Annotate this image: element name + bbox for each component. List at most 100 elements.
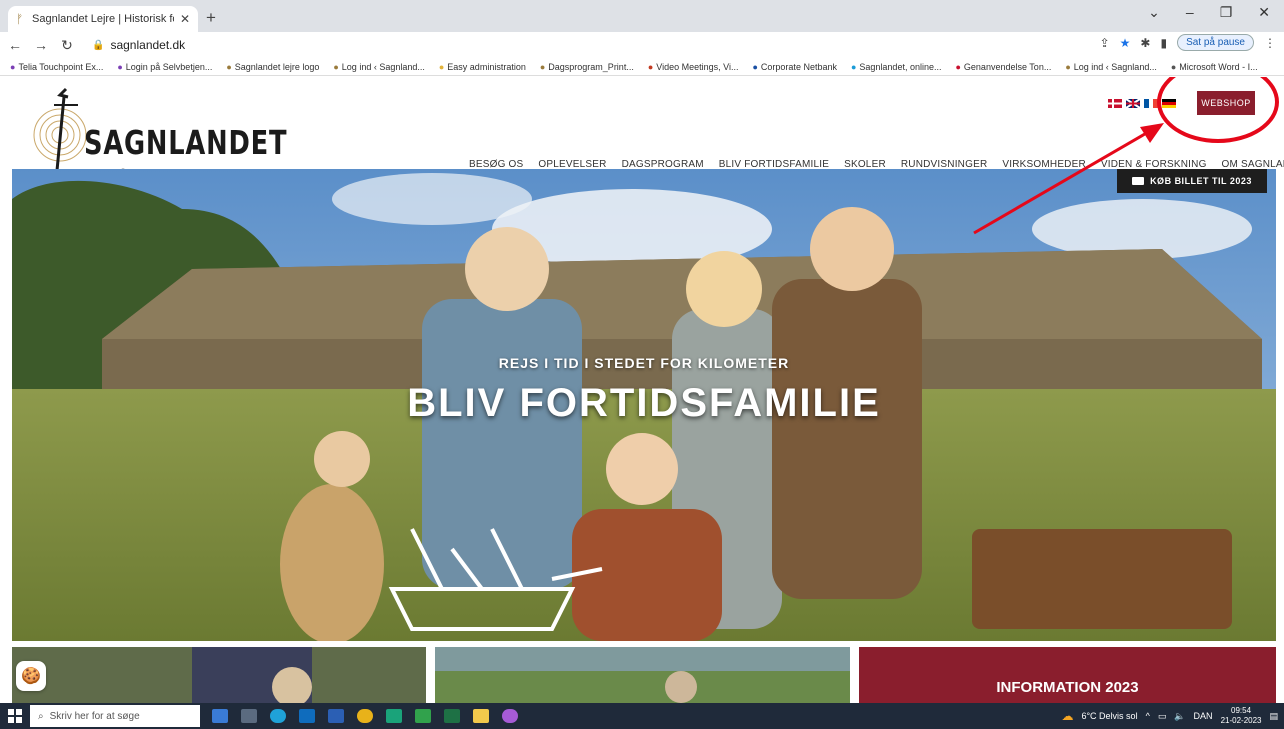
weather-icon[interactable]: ☁ bbox=[1061, 709, 1073, 723]
bookmark-favicon-icon: ● bbox=[1170, 61, 1177, 72]
site-logo[interactable]: SAGNLANDET LEJRE bbox=[32, 87, 312, 201]
task-view-icon[interactable] bbox=[241, 709, 257, 723]
bookmark-label: Sagnlandet lejre logo bbox=[234, 61, 320, 72]
bookmark-favicon-icon: ● bbox=[226, 61, 232, 72]
language-indicator[interactable]: DAN bbox=[1194, 711, 1213, 721]
network-icon[interactable]: ▭ bbox=[1158, 711, 1167, 722]
lock-icon[interactable]: 🔒 bbox=[92, 40, 104, 51]
bookmarks-bar: ● Telia Touchpoint Ex... ● Login på Selvbet… bbox=[0, 58, 1284, 76]
sway-icon[interactable] bbox=[386, 709, 402, 723]
tray-chevron-icon[interactable]: ^ bbox=[1146, 711, 1150, 721]
charts-app-icon[interactable] bbox=[415, 709, 431, 723]
notifications-icon[interactable]: ▤ bbox=[1269, 711, 1278, 722]
teams-icon[interactable] bbox=[502, 709, 518, 723]
bookmark-item[interactable]: ● Microsoft Word - I... bbox=[1171, 62, 1258, 72]
bookmark-label: Video Meetings, Vi... bbox=[656, 61, 739, 72]
tab-search-icon[interactable]: ⌄ bbox=[1148, 4, 1160, 21]
excel-icon[interactable] bbox=[444, 709, 460, 723]
information-tile-label: INFORMATION 2023 bbox=[996, 678, 1139, 696]
new-tab-icon[interactable]: + bbox=[206, 8, 216, 28]
close-tab-icon[interactable]: ✕ bbox=[180, 12, 190, 26]
share-icon[interactable]: ⇪ bbox=[1100, 36, 1110, 50]
file-explorer-icon[interactable] bbox=[473, 709, 489, 723]
bookmark-label: Microsoft Word - I... bbox=[1179, 61, 1258, 72]
bookmark-favicon-icon: ● bbox=[647, 61, 654, 72]
bookmark-label: Corporate Netbank bbox=[760, 61, 837, 72]
browser-tabbar: ᚠ Sagnlandet Lejre | Historisk forsk ✕ +… bbox=[0, 0, 1284, 32]
bookmark-label: Easy administration bbox=[447, 61, 526, 72]
reload-icon[interactable]: ↻ bbox=[56, 37, 78, 54]
annotation-arrow-icon bbox=[973, 123, 1164, 235]
bookmark-item[interactable]: ● Log ind ‹ Sagnland... bbox=[1065, 62, 1157, 72]
windows-start-icon[interactable] bbox=[0, 703, 30, 729]
close-window-icon[interactable]: ✕ bbox=[1258, 4, 1270, 21]
bookmark-item[interactable]: ● Genanvendelse Ton... bbox=[955, 62, 1051, 72]
bookmark-favicon-icon: ● bbox=[1065, 61, 1071, 72]
uk-flag-icon[interactable] bbox=[1126, 99, 1140, 108]
weather-text[interactable]: 6°C Delvis sol bbox=[1081, 711, 1137, 721]
browser-tab[interactable]: ᚠ Sagnlandet Lejre | Historisk forsk ✕ bbox=[8, 6, 198, 32]
bookmark-item[interactable]: ● Sagnlandet lejre logo bbox=[226, 62, 319, 72]
bookmark-favicon-icon: ● bbox=[10, 61, 16, 72]
cookie-settings-icon[interactable]: 🍪 bbox=[16, 661, 46, 691]
bookmark-label: Login på Selvbetjen... bbox=[125, 61, 213, 72]
hero-subtitle: REJS I TID I STEDET FOR KILOMETER bbox=[498, 355, 790, 371]
website: SAGNLANDET LEJRE WEBSHOP BESØG OSOPLEVEL… bbox=[0, 77, 1284, 703]
hero-banner[interactable]: KØB BILLET TIL 2023 REJS I TID I STEDET … bbox=[12, 169, 1276, 641]
tile-left-photo bbox=[12, 647, 426, 703]
danish-flag-icon[interactable] bbox=[1108, 99, 1122, 108]
minimize-icon[interactable]: – bbox=[1186, 4, 1194, 21]
windows-taskbar: ⌕ Skriv her for at søge ☁ 6°C Delvis sol… bbox=[0, 703, 1284, 729]
bookmark-label: Telia Touchpoint Ex... bbox=[18, 61, 104, 72]
profile-status: Sat på pause bbox=[1186, 37, 1245, 48]
tab-title: Sagnlandet Lejre | Historisk forsk bbox=[32, 13, 174, 25]
bookmark-label: Sagnlandet, online... bbox=[859, 61, 942, 72]
bookmark-item[interactable]: ● Easy administration bbox=[439, 62, 526, 72]
edge-icon[interactable] bbox=[270, 709, 286, 723]
bookmark-item[interactable]: ● Corporate Netbank bbox=[752, 62, 836, 72]
profile-button[interactable]: Sat på pause bbox=[1177, 34, 1254, 51]
outlook-icon[interactable] bbox=[299, 709, 315, 723]
forward-icon[interactable]: → bbox=[30, 37, 52, 53]
hero-title: BLIV FORTIDSFAMILIE bbox=[407, 381, 881, 425]
photos-app-icon[interactable] bbox=[212, 709, 228, 723]
bookmark-label: Log ind ‹ Sagnland... bbox=[1073, 61, 1157, 72]
system-tray: ☁ 6°C Delvis sol ^ ▭ 🔈 DAN 09:54 21-02-2… bbox=[1061, 703, 1278, 729]
french-flag-icon[interactable] bbox=[1144, 99, 1158, 108]
chrome-icon[interactable] bbox=[357, 709, 373, 723]
volume-icon[interactable]: 🔈 bbox=[1174, 711, 1185, 722]
bookmark-item[interactable]: ● Dagsprogram_Print... bbox=[540, 62, 634, 72]
bookmark-item[interactable]: ● Video Meetings, Vi... bbox=[648, 62, 739, 72]
tile-middle-photo bbox=[435, 647, 850, 703]
taskbar-apps bbox=[212, 709, 518, 723]
word-icon[interactable] bbox=[328, 709, 344, 723]
bookmark-star-icon[interactable]: ★ bbox=[1120, 36, 1131, 50]
bookmark-favicon-icon: ● bbox=[117, 61, 123, 72]
sidepanel-icon[interactable]: ▮ bbox=[1160, 36, 1167, 50]
clock[interactable]: 09:54 21-02-2023 bbox=[1221, 706, 1262, 726]
bookmark-favicon-icon: ● bbox=[333, 61, 339, 72]
bookmark-item[interactable]: ● Login på Selvbetjen... bbox=[117, 62, 212, 72]
bookmark-favicon-icon: ● bbox=[850, 61, 857, 72]
extensions-icon[interactable]: ✱ bbox=[1140, 36, 1150, 50]
window-controls: ⌄ – ❐ ✕ bbox=[1148, 4, 1284, 21]
bookmark-favicon-icon: ● bbox=[955, 61, 961, 72]
site-favicon-icon: ᚠ bbox=[16, 12, 24, 26]
toolbar-right: ⇪ ★ ✱ ▮ Sat på pause ⋮ bbox=[1100, 34, 1276, 51]
bookmark-label: Dagsprogram_Print... bbox=[548, 61, 634, 72]
bookmark-item[interactable]: ● Log ind ‹ Sagnland... bbox=[333, 62, 425, 72]
tile-left[interactable]: 🍪 bbox=[12, 647, 426, 703]
information-tile[interactable]: INFORMATION 2023 bbox=[859, 647, 1276, 703]
maximize-icon[interactable]: ❐ bbox=[1220, 4, 1233, 21]
address-bar[interactable]: 🔒 sagnlandet.dk bbox=[86, 34, 1096, 56]
menu-icon[interactable]: ⋮ bbox=[1264, 36, 1276, 50]
taskbar-search-input[interactable]: ⌕ Skriv her for at søge bbox=[30, 705, 200, 727]
bookmark-label: Log ind ‹ Sagnland... bbox=[341, 61, 425, 72]
url-text: sagnlandet.dk bbox=[110, 38, 186, 52]
bookmark-favicon-icon: ● bbox=[752, 61, 758, 72]
content-tiles: 🍪 INFORMATION 2023 bbox=[12, 647, 1276, 703]
bookmark-item[interactable]: ● Telia Touchpoint Ex... bbox=[10, 62, 103, 72]
bookmark-item[interactable]: ● Sagnlandet, online... bbox=[851, 62, 942, 72]
tile-middle[interactable] bbox=[435, 647, 850, 703]
back-icon[interactable]: ← bbox=[4, 37, 26, 53]
